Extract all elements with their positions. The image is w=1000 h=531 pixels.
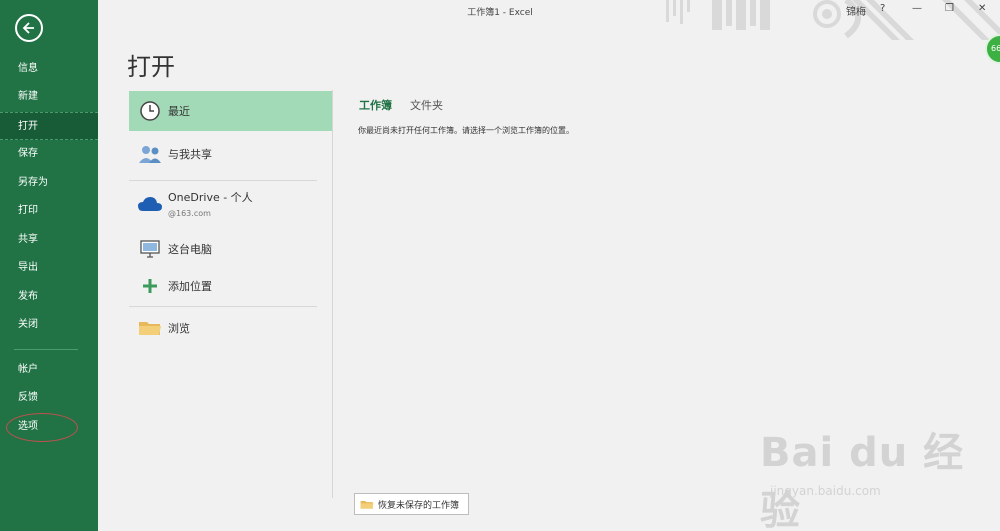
restore-button[interactable]: ❐ xyxy=(945,3,954,14)
nav-info[interactable]: 信息 xyxy=(0,55,98,83)
help-button[interactable]: ? xyxy=(880,3,885,14)
location-label: OneDrive - 个人 xyxy=(168,191,253,204)
location-label: 浏览 xyxy=(168,322,190,335)
location-label: 与我共享 xyxy=(168,148,212,161)
nav-divider xyxy=(14,349,78,350)
backstage-sidebar: 信息 新建 打开 保存 另存为 打印 共享 导出 发布 关闭 帐户 反馈 选项 xyxy=(0,0,98,531)
empty-recent-message: 你最近尚未打开任何工作簿。请选择一个浏览工作簿的位置。 xyxy=(358,126,574,135)
watermark-brand: Bai du 经验 xyxy=(760,430,965,531)
recover-unsaved-button[interactable]: 恢复未保存的工作簿 xyxy=(354,493,469,515)
nav-feedback[interactable]: 反馈 xyxy=(0,384,98,412)
location-divider xyxy=(129,306,317,307)
nav-share[interactable]: 共享 xyxy=(0,226,98,254)
nav-close[interactable]: 关闭 xyxy=(0,311,98,339)
tab-folders[interactable]: 文件夹 xyxy=(410,97,443,113)
folder-icon xyxy=(135,319,165,337)
location-recent[interactable]: 最近 xyxy=(129,91,332,131)
tab-workbooks[interactable]: 工作簿 xyxy=(359,97,392,113)
location-label: 这台电脑 xyxy=(168,243,212,256)
watermark-url: jingyan.baidu.com xyxy=(770,484,881,498)
onedrive-account-email: @163.com xyxy=(168,209,211,218)
plus-icon xyxy=(135,278,165,294)
folder-icon xyxy=(360,500,374,509)
location-label: 最近 xyxy=(168,105,190,118)
back-arrow-icon xyxy=(22,22,34,34)
nav-print[interactable]: 打印 xyxy=(0,197,98,225)
recover-label: 恢复未保存的工作簿 xyxy=(378,500,460,511)
window-title: 工作簿1 - Excel xyxy=(467,8,533,18)
options-highlight-ring xyxy=(6,413,78,442)
location-label: 添加位置 xyxy=(168,280,212,293)
people-icon xyxy=(135,143,165,165)
close-button[interactable]: ✕ xyxy=(978,3,986,14)
location-shared-with-me[interactable]: 与我共享 xyxy=(129,134,332,174)
location-divider xyxy=(129,180,317,181)
cloud-icon xyxy=(135,195,165,213)
nav-export[interactable]: 导出 xyxy=(0,254,98,282)
location-this-pc[interactable]: 这台电脑 xyxy=(129,229,332,269)
minimize-button[interactable]: — xyxy=(912,3,922,14)
nav-new[interactable]: 新建 xyxy=(0,83,98,111)
nav-open[interactable]: 打开 xyxy=(0,112,98,140)
nav-publish[interactable]: 发布 xyxy=(0,283,98,311)
clock-icon xyxy=(135,100,165,122)
baidu-watermark: Bai du 经验 jingyan.baidu.com xyxy=(760,420,1000,531)
location-browse[interactable]: 浏览 xyxy=(129,308,332,348)
location-add-place[interactable]: 添加位置 xyxy=(129,266,332,306)
computer-icon xyxy=(135,238,165,260)
user-name[interactable]: 锦梅 xyxy=(846,3,866,18)
panel-divider xyxy=(332,90,333,498)
back-button[interactable] xyxy=(15,14,43,42)
location-onedrive[interactable]: OneDrive - 个人 xyxy=(129,184,332,224)
nav-account[interactable]: 帐户 xyxy=(0,356,98,384)
page-title: 打开 xyxy=(127,53,175,81)
nav-save[interactable]: 保存 xyxy=(0,140,98,168)
nav-save-as[interactable]: 另存为 xyxy=(0,169,98,197)
